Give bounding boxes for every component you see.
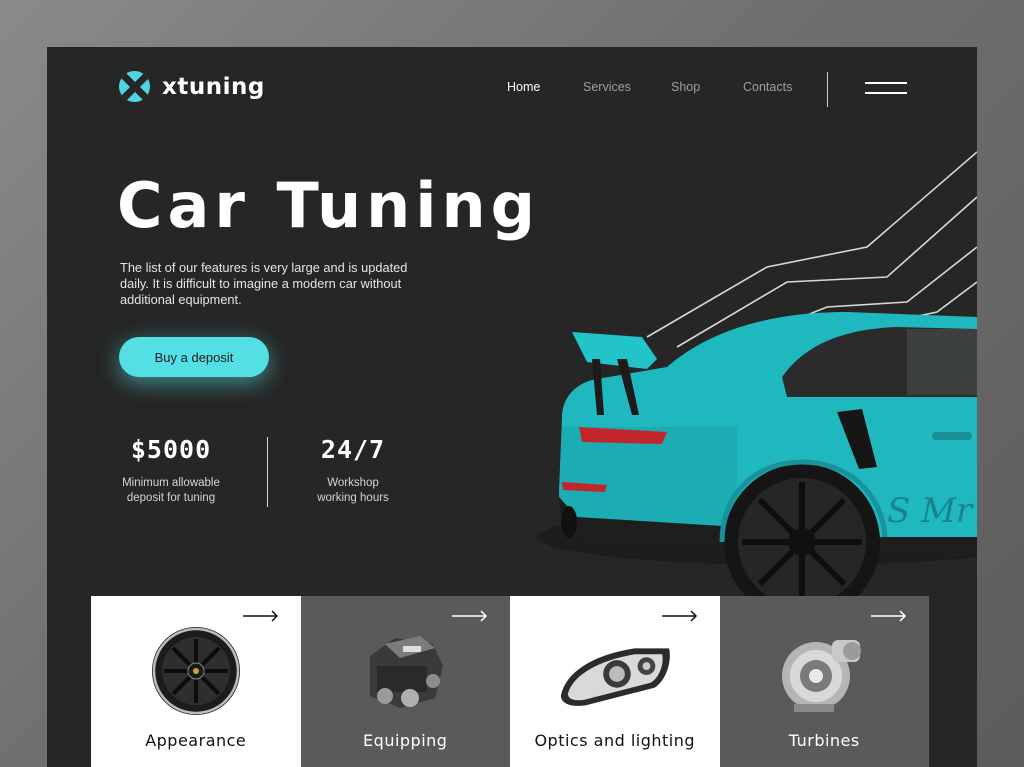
stat-value: $5000	[130, 435, 212, 464]
stat-divider	[267, 437, 268, 507]
turbocharger-icon	[782, 640, 862, 712]
category-label: Equipping	[363, 731, 448, 750]
brand-name: xtuning	[162, 73, 265, 100]
nav-link-contacts[interactable]: Contacts	[743, 80, 792, 94]
stat-label-line: deposit for tuning	[126, 492, 216, 504]
stat-hours: 24/7 Workshop working hours	[293, 435, 413, 506]
sports-car-image: S Mr	[537, 151, 977, 607]
logo-mark-icon	[119, 71, 150, 102]
svg-text:S Mr: S Mr	[887, 491, 974, 531]
nav-link-home[interactable]: Home	[507, 80, 540, 94]
nav-link-shop[interactable]: Shop	[671, 80, 700, 94]
category-label: Optics and lighting	[534, 731, 696, 750]
engine-icon	[370, 636, 444, 708]
arrow-right-icon[interactable]	[871, 610, 907, 622]
wheel-rim-icon	[151, 627, 240, 715]
category-card-turbines[interactable]: Turbines	[719, 596, 929, 767]
category-label: Appearance	[145, 731, 247, 750]
stat-label-line: working hours	[317, 492, 389, 504]
nav-link-services[interactable]: Services	[583, 80, 631, 94]
arrow-right-icon[interactable]	[242, 610, 279, 622]
hamburger-menu-icon[interactable]	[865, 82, 907, 96]
stat-value: 24/7	[320, 435, 386, 464]
brand-logo[interactable]: xtuning	[119, 71, 265, 102]
landing-page: xtuning Home Services Shop Contacts Car …	[47, 47, 977, 767]
stat-label-line: Minimum allowable	[122, 477, 220, 489]
arrow-right-icon[interactable]	[661, 610, 698, 622]
category-cards: Appearance Equipping Optics and lighting…	[91, 596, 929, 767]
category-card-appearance[interactable]: Appearance	[91, 596, 301, 767]
stat-label: Minimum allowable deposit for tuning	[111, 476, 231, 506]
category-label: Turbines	[788, 731, 860, 750]
arrow-right-icon[interactable]	[452, 610, 488, 622]
stat-label-line: Workshop	[327, 477, 379, 489]
stat-label: Workshop working hours	[293, 476, 413, 506]
buy-deposit-button[interactable]: Buy a deposit	[119, 337, 269, 377]
hero-description: The list of our features is very large a…	[120, 260, 408, 307]
category-card-optics[interactable]: Optics and lighting	[510, 596, 720, 767]
headlight-icon	[560, 648, 670, 706]
stat-deposit: $5000 Minimum allowable deposit for tuni…	[111, 435, 231, 506]
category-card-equipping[interactable]: Equipping	[300, 596, 510, 767]
